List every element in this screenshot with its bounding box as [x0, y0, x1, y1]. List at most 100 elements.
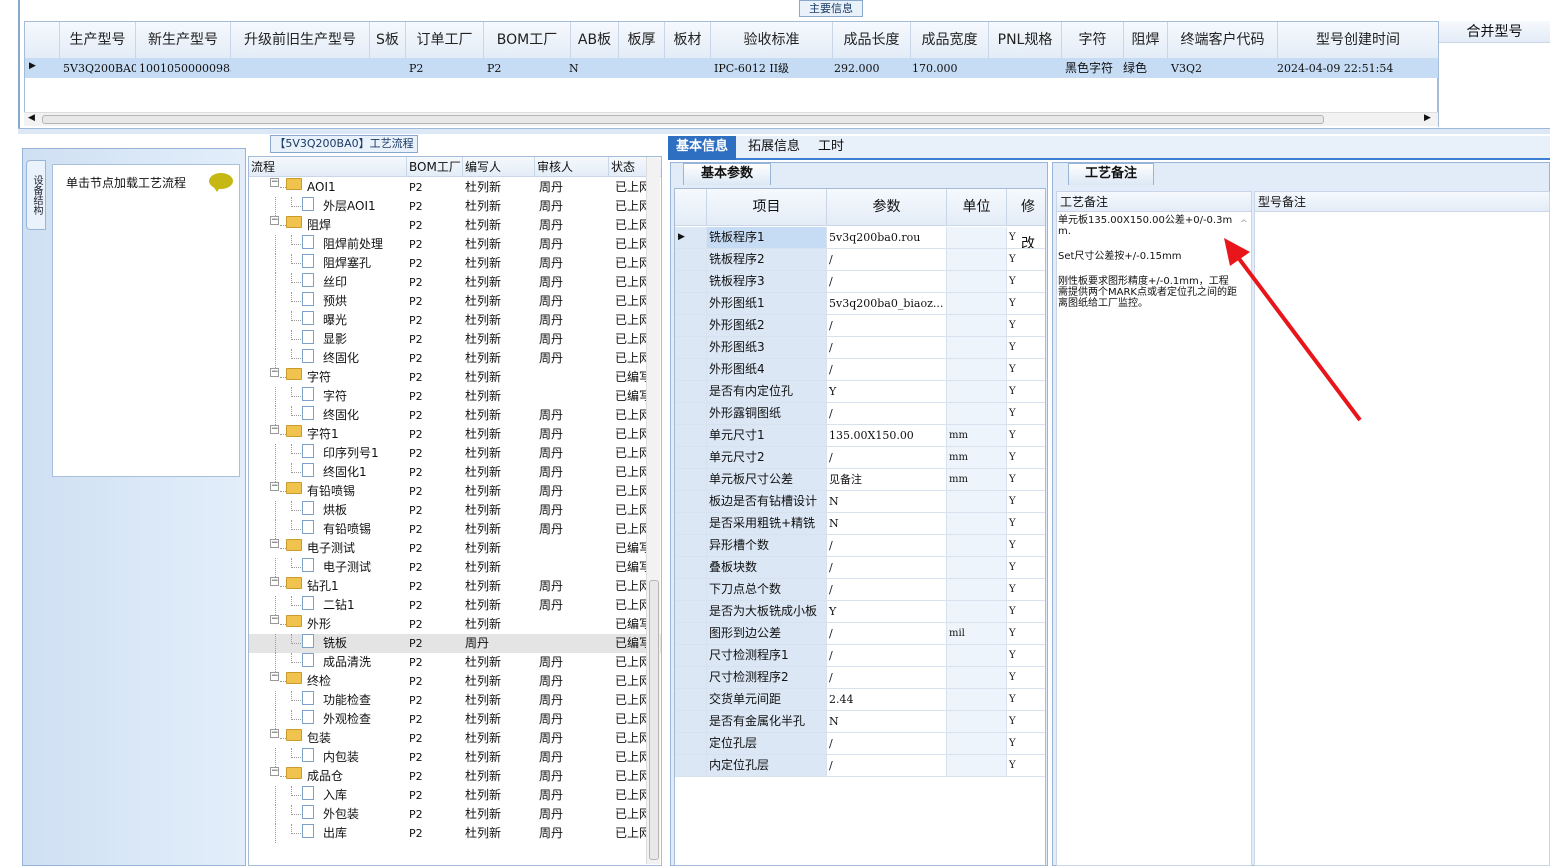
scroll-up-icon[interactable]: ^	[1240, 219, 1248, 229]
row-indicator[interactable]	[675, 403, 707, 424]
table-row[interactable]: 异形槽个数 / Y	[675, 535, 1045, 557]
row-indicator[interactable]	[675, 733, 707, 754]
col-header[interactable]: 状态	[609, 157, 647, 177]
param-value[interactable]: 5v3q200ba0.rou	[827, 227, 947, 248]
tree-node[interactable]: 显影 P2 杜列新 周丹 已上网	[249, 330, 661, 349]
col-header[interactable]: 生产型号	[60, 22, 136, 58]
row-indicator[interactable]	[675, 645, 707, 666]
param-value[interactable]: 5v3q200ba0_biaoz...	[827, 293, 947, 314]
table-row[interactable]: 单元板尺寸公差 见备注 mm Y	[675, 469, 1045, 491]
tree-node[interactable]: − AOI1 P2 杜列新 周丹 已上网	[249, 178, 661, 197]
row-indicator[interactable]	[675, 711, 707, 732]
param-modify[interactable]: Y	[1007, 293, 1045, 314]
cell[interactable]: P2	[406, 59, 484, 78]
param-modify[interactable]: Y	[1007, 601, 1045, 622]
tree-node[interactable]: − 钻孔1 P2 杜列新 周丹 已上网	[249, 577, 661, 596]
tree-node[interactable]: 阻焊前处理 P2 杜列新 周丹 已上网	[249, 235, 661, 254]
tree-node[interactable]: − 成品仓 P2 杜列新 周丹 已上网	[249, 767, 661, 786]
row-indicator[interactable]	[675, 667, 707, 688]
col-header[interactable]: 订单工厂	[406, 22, 484, 58]
param-modify[interactable]: Y	[1007, 359, 1045, 380]
param-modify[interactable]: Y	[1007, 337, 1045, 358]
row-indicator[interactable]	[675, 381, 707, 402]
row-indicator[interactable]	[675, 337, 707, 358]
param-value[interactable]: /	[827, 755, 947, 776]
tree-node[interactable]: 外包装 P2 杜列新 周丹 已上网	[249, 805, 661, 824]
param-unit[interactable]: mil	[947, 623, 1007, 644]
param-value[interactable]: /	[827, 667, 947, 688]
tab-basic-params[interactable]: 基本参数	[683, 163, 771, 185]
table-row[interactable]: 单元尺寸2/mm Y	[675, 447, 1045, 469]
collapse-icon[interactable]: −	[270, 729, 279, 738]
row-indicator[interactable]	[675, 579, 707, 600]
tree-node[interactable]: 曝光 P2 杜列新 周丹 已上网	[249, 311, 661, 330]
param-modify[interactable]: Y	[1007, 733, 1045, 754]
row-indicator[interactable]	[675, 623, 707, 644]
param-modify[interactable]: Y	[1007, 623, 1045, 644]
tree-node[interactable]: 字符 P2 杜列新 已编写	[249, 387, 661, 406]
param-modify[interactable]: Y	[1007, 249, 1045, 270]
param-value[interactable]: /	[827, 271, 947, 292]
collapse-icon[interactable]: −	[270, 539, 279, 548]
param-modify[interactable]: Y	[1007, 535, 1045, 556]
cell[interactable]: 黑色字符	[1062, 59, 1124, 78]
param-value[interactable]: /	[827, 623, 947, 644]
param-value[interactable]: /	[827, 579, 947, 600]
param-value[interactable]: /	[827, 733, 947, 754]
param-value[interactable]: /	[827, 447, 947, 468]
row-indicator[interactable]	[675, 513, 707, 534]
cell[interactable]: N	[566, 59, 614, 78]
collapse-icon[interactable]: −	[270, 368, 279, 377]
col-header[interactable]: 修改	[1007, 189, 1045, 252]
row-indicator[interactable]	[675, 601, 707, 622]
param-unit[interactable]	[947, 337, 1007, 358]
param-unit[interactable]	[947, 689, 1007, 710]
param-modify[interactable]: Y	[1007, 711, 1045, 732]
param-modify[interactable]: Y	[1007, 403, 1045, 424]
col-header[interactable]: 板材	[665, 22, 711, 58]
table-row[interactable]: 是否采用粗铣+精铣 N Y	[675, 513, 1045, 535]
table-row[interactable]: ▶ 铣板程序1 5v3q200ba0.rou Y	[675, 227, 1045, 249]
param-value[interactable]: Y	[827, 601, 947, 622]
row-indicator[interactable]	[675, 293, 707, 314]
collapse-icon[interactable]: −	[270, 577, 279, 586]
table-row[interactable]: 尺寸检测程序2/ Y	[675, 667, 1045, 689]
tree-node[interactable]: 出库 P2 杜列新 周丹 已上网	[249, 824, 661, 843]
param-value[interactable]: N	[827, 513, 947, 534]
param-value[interactable]: /	[827, 557, 947, 578]
collapse-icon[interactable]: −	[270, 615, 279, 624]
tree-node[interactable]: − 包装 P2 杜列新 周丹 已上网	[249, 729, 661, 748]
cell[interactable]: P2	[484, 59, 571, 78]
tree-node[interactable]: 电子测试 P2 杜列新 已编写	[249, 558, 661, 577]
param-modify[interactable]: Y	[1007, 271, 1045, 292]
cell[interactable]: 292.000	[831, 59, 909, 78]
tree-node[interactable]: 二钻1 P2 杜列新 周丹 已上网	[249, 596, 661, 615]
param-unit[interactable]	[947, 381, 1007, 402]
row-indicator[interactable]	[675, 271, 707, 292]
collapse-icon[interactable]: −	[270, 767, 279, 776]
param-unit[interactable]	[947, 359, 1007, 380]
equipment-structure-tab[interactable]: 设备结构	[26, 160, 46, 230]
row-indicator[interactable]	[675, 755, 707, 776]
col-header[interactable]: 流程	[249, 157, 407, 177]
param-modify[interactable]: Y	[1007, 513, 1045, 534]
param-value[interactable]: /	[827, 403, 947, 424]
param-unit[interactable]	[947, 557, 1007, 578]
param-modify[interactable]: Y	[1007, 469, 1045, 490]
param-modify[interactable]: Y	[1007, 579, 1045, 600]
merge-model-header[interactable]: 合并型号	[1439, 21, 1550, 43]
tab-basic-info[interactable]: 基本信息	[668, 136, 737, 160]
collapse-icon[interactable]: −	[270, 216, 279, 225]
row-indicator[interactable]	[675, 249, 707, 270]
col-header[interactable]: BOM工厂	[484, 22, 571, 58]
param-value[interactable]: /	[827, 645, 947, 666]
cell[interactable]: 10010500000983	[136, 59, 231, 78]
table-row[interactable]: 外形露铜图纸 / Y	[675, 403, 1045, 425]
param-unit[interactable]	[947, 755, 1007, 776]
param-unit[interactable]	[947, 513, 1007, 534]
table-row[interactable]: 外形图纸3/ Y	[675, 337, 1045, 359]
col-header[interactable]: 单位	[947, 189, 1007, 226]
load-process-button[interactable]: 单击节点加载工艺流程	[66, 174, 186, 191]
tree-node[interactable]: 铣板 P2 周丹 已编写	[249, 634, 661, 653]
param-value[interactable]: /	[827, 535, 947, 556]
